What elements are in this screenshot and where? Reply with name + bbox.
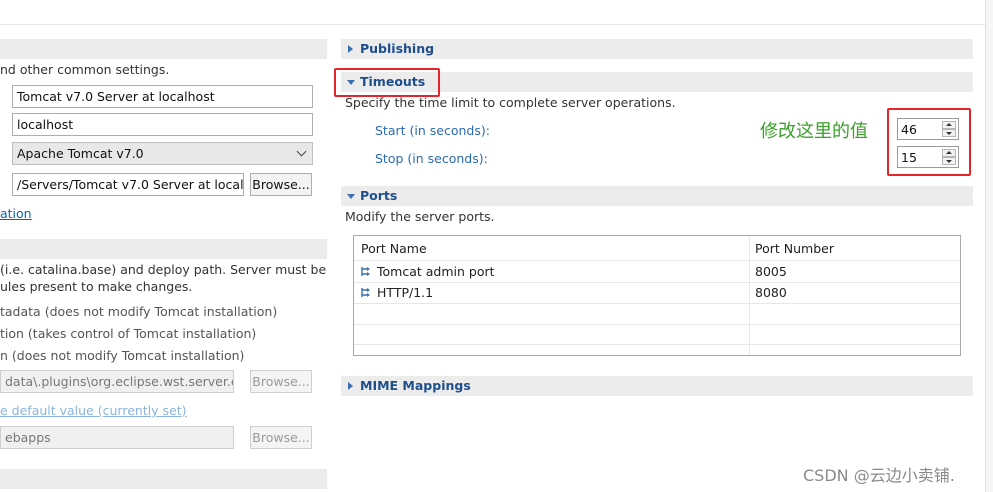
- vertical-scrollbar[interactable]: [985, 0, 993, 492]
- set-default-value-link[interactable]: e default value (currently set): [0, 403, 187, 418]
- browse-server-path-button[interactable]: Browse...: [250, 370, 312, 393]
- locations-description-line2: ules present to make changes.: [0, 279, 193, 294]
- location-option-tomcat-installation[interactable]: tion (takes control of Tomcat installati…: [0, 326, 256, 341]
- deploy-path-field[interactable]: ebapps: [0, 426, 234, 449]
- stop-timeout-label: Stop (in seconds):: [375, 151, 488, 166]
- port-name-cell: HTTP/1.1: [377, 285, 434, 300]
- port-name-cell: Tomcat admin port: [377, 264, 495, 279]
- port-name-column-header[interactable]: Port Name: [361, 241, 427, 256]
- port-number-cell[interactable]: 8005: [755, 264, 787, 279]
- ports-title[interactable]: Ports: [360, 188, 397, 203]
- mime-mappings-title[interactable]: MIME Mappings: [360, 378, 471, 393]
- server-name-field[interactable]: Tomcat v7.0 Server at localhost: [12, 85, 313, 108]
- start-timeout-value[interactable]: 46: [901, 122, 917, 137]
- port-icon: [361, 288, 370, 297]
- spinner-up-icon[interactable]: [942, 149, 956, 157]
- general-description: nd other common settings.: [0, 62, 170, 77]
- top-divider: [0, 24, 993, 25]
- spinner-up-icon[interactable]: [942, 121, 956, 129]
- server-locations-section-header[interactable]: [0, 239, 327, 259]
- stop-timeout-spinner[interactable]: 15: [897, 146, 959, 168]
- spinner-down-icon[interactable]: [942, 129, 956, 137]
- ports-section-header[interactable]: [341, 186, 973, 206]
- locations-description-line1: (i.e. catalina.base) and deploy path. Se…: [0, 262, 327, 277]
- runtime-selected-value: Apache Tomcat v7.0: [17, 146, 144, 161]
- publishing-section-header[interactable]: [341, 39, 973, 59]
- section-collapsed-icon: [348, 382, 353, 390]
- start-timeout-spinner[interactable]: 46: [897, 118, 959, 140]
- host-name-field[interactable]: localhost: [12, 113, 313, 136]
- chevron-down-icon: [296, 146, 307, 157]
- watermark: CSDN @云边小卖铺.: [803, 466, 955, 485]
- browse-config-button[interactable]: Browse...: [250, 173, 312, 196]
- section-expanded-icon: [347, 194, 355, 199]
- row-divider: [354, 344, 960, 345]
- annotation-text: 修改这里的值: [760, 121, 868, 142]
- location-option-workspace-metadata[interactable]: tadata (does not modify Tomcat installat…: [0, 304, 277, 319]
- port-icon: [361, 267, 370, 276]
- start-timeout-label: Start (in seconds):: [375, 123, 490, 138]
- timeouts-description: Specify the time limit to complete serve…: [345, 95, 676, 110]
- port-number-cell[interactable]: 8080: [755, 285, 787, 300]
- publishing-title[interactable]: Publishing: [360, 41, 434, 56]
- location-option-custom[interactable]: n (does not modify Tomcat installation): [0, 348, 244, 363]
- general-section-header[interactable]: [0, 39, 327, 59]
- section-collapsed-icon: [348, 45, 353, 53]
- server-options-section-header[interactable]: [0, 469, 327, 489]
- table-row[interactable]: HTTP/1.1 8080: [354, 283, 960, 303]
- ports-description: Modify the server ports.: [345, 209, 495, 224]
- ports-table[interactable]: Port Name Port Number Tomcat admin port …: [353, 235, 961, 356]
- row-divider: [354, 303, 960, 304]
- row-divider: [354, 324, 960, 325]
- configuration-path-field[interactable]: /Servers/Tomcat v7.0 Server at localho: [12, 173, 244, 196]
- server-path-field[interactable]: data\.plugins\org.eclipse.wst.server.cor…: [0, 370, 234, 393]
- runtime-environment-select[interactable]: Apache Tomcat v7.0: [12, 142, 313, 165]
- spinner-down-icon[interactable]: [942, 157, 956, 165]
- port-number-column-header[interactable]: Port Number: [755, 241, 834, 256]
- stop-timeout-value[interactable]: 15: [901, 150, 917, 165]
- open-launch-configuration-link[interactable]: ation: [0, 206, 32, 221]
- table-row[interactable]: Tomcat admin port 8005: [354, 261, 960, 282]
- timeouts-highlight-box: [334, 68, 440, 97]
- browse-deploy-path-button[interactable]: Browse...: [250, 426, 312, 449]
